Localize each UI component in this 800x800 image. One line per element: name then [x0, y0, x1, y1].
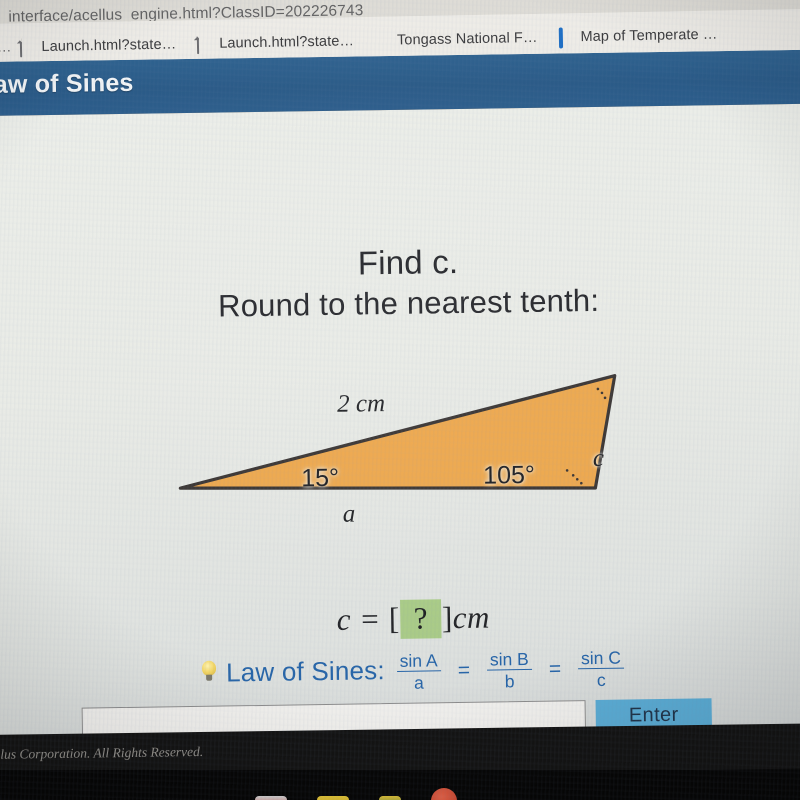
app-icon-orange[interactable]: [431, 788, 457, 800]
lightbulb-icon: [201, 661, 217, 683]
triangle-shape: [178, 374, 617, 490]
app-icon-red[interactable]: [255, 796, 287, 800]
bookmark-item-launch-2[interactable]: Launch.html?state…: [189, 31, 367, 55]
formula-equals-1: =: [457, 659, 471, 683]
screen-photo: interface/acellus_engine.html?ClassID=20…: [0, 0, 800, 800]
tree-icon: [375, 32, 390, 49]
answer-expression: c = [?]cm: [0, 593, 800, 644]
document-icon: [197, 34, 212, 54]
hint-label: Law of Sines:: [225, 654, 386, 688]
app-icon-green[interactable]: [379, 796, 401, 800]
side-label-top: 2 cm: [336, 390, 386, 418]
angle-label-right: 105°: [482, 460, 536, 490]
page-title: Law of Sines: [0, 68, 134, 100]
fraction-sin-b: sin B b: [486, 649, 533, 692]
bookmark-item-tongass[interactable]: Tongass National F…: [367, 27, 551, 51]
fraction-denominator: b: [504, 671, 515, 692]
bracket-open: [: [388, 600, 400, 637]
hint-row: Law of Sines: sin A a = sin B b = sin C …: [0, 643, 800, 696]
app-icon-yellow[interactable]: [317, 796, 349, 800]
dock: [255, 788, 457, 800]
triangle-svg: [178, 374, 617, 490]
map-icon: [558, 26, 573, 49]
document-icon: [19, 37, 34, 57]
fraction-denominator: c: [596, 670, 606, 691]
side-label-a: a: [342, 500, 356, 528]
bookmark-label: Launch.html?state…: [219, 33, 355, 52]
fraction-sin-a: sin A a: [396, 650, 442, 694]
bookmark-label: Map of Temperate …: [580, 26, 718, 46]
bookmark-item-map[interactable]: Map of Temperate …: [550, 24, 730, 49]
question-block: Find c. Round to the nearest tenth:: [0, 235, 800, 329]
answer-variable: c: [336, 601, 352, 637]
bookmark-label: Launch.html?state…: [41, 36, 177, 55]
bookmark-item-launch-1[interactable]: Launch.html?state…: [11, 34, 189, 58]
angle-label-left: 15°: [301, 463, 340, 493]
bookmark-label: Tongass National F…: [396, 29, 538, 49]
fraction-numerator: sin A: [396, 650, 441, 673]
copyright-text: Acellus Corporation. All Rights Reserved…: [0, 743, 204, 763]
formula-equals-2: =: [548, 657, 562, 682]
fraction-numerator: sin C: [577, 648, 625, 670]
answer-unit: cm: [452, 599, 491, 636]
fraction-sin-c: sin C c: [577, 648, 625, 691]
answer-equals: =: [358, 601, 381, 637]
triangle-figure: 2 cm c a 15° 105°: [139, 366, 662, 564]
answer-placeholder-box: ?: [400, 599, 442, 639]
fraction-denominator: a: [413, 672, 424, 694]
desktop-strip: [0, 770, 800, 800]
lesson-page: Law of Sines Find c. Round to the neares…: [0, 49, 800, 762]
problem-content: Find c. Round to the nearest tenth: 2 cm…: [0, 103, 800, 762]
fraction-numerator: sin B: [486, 649, 532, 671]
bookmarks-overflow-indicator[interactable]: …: [0, 40, 12, 56]
side-label-c: c: [592, 444, 605, 473]
